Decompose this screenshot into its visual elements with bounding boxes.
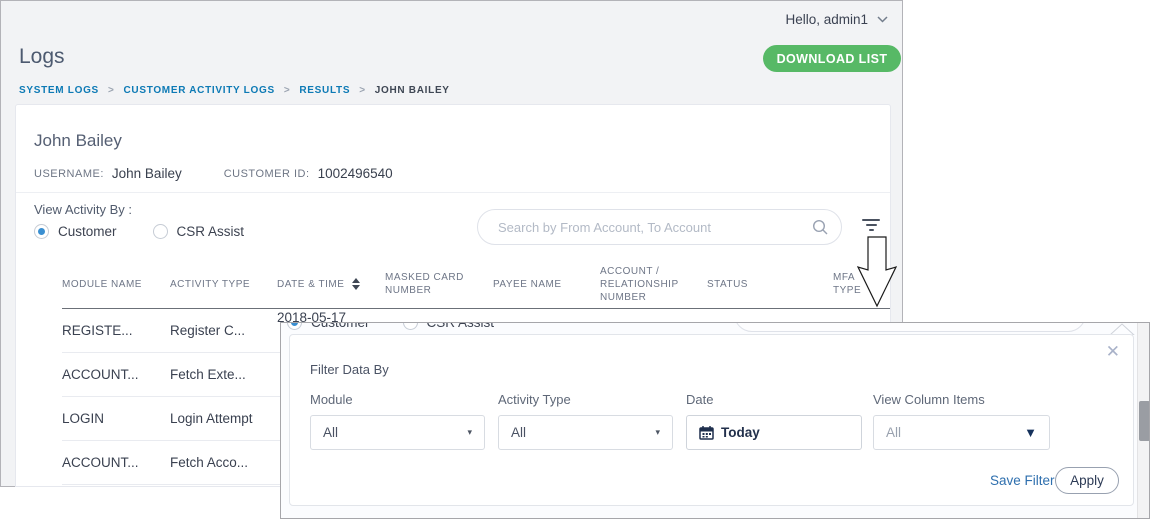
cell-activity: Register C...: [170, 323, 277, 338]
column-header-status: STATUS: [707, 278, 833, 291]
breadcrumb: SYSTEM LOGS > CUSTOMER ACTIVITY LOGS > R…: [19, 85, 450, 96]
popup-radio-customer: Customer: [287, 322, 370, 330]
username-label: USERNAME:: [34, 168, 104, 180]
column-header-activity-type: ACTIVITY TYPE: [170, 278, 277, 291]
cell-activity: Fetch Exte...: [170, 367, 277, 382]
activity-type-label: Activity Type: [498, 392, 571, 407]
module-select-value: All: [323, 425, 338, 440]
customer-meta: USERNAME: John Bailey CUSTOMER ID: 10024…: [34, 166, 393, 181]
date-time-label: DATE & TIME: [277, 278, 344, 291]
date-picker-value: Today: [721, 425, 760, 440]
radio-csr-assist[interactable]: CSR Assist: [153, 224, 245, 239]
radio-customer-label: Customer: [58, 224, 117, 239]
popup-scrollbar[interactable]: [1137, 323, 1150, 518]
breadcrumb-system-logs[interactable]: SYSTEM LOGS: [19, 85, 99, 96]
divider: [16, 192, 890, 193]
scrollbar-thumb[interactable]: [1139, 401, 1150, 441]
caret-down-icon: ▾: [467, 427, 472, 438]
breadcrumb-current: JOHN BAILEY: [375, 85, 450, 96]
radio-csr-assist-label: CSR Assist: [177, 224, 245, 239]
filter-popup: Customer CSR Assist ✕ Filter Data By Mod…: [280, 322, 1150, 519]
activity-type-select[interactable]: All ▾: [498, 415, 673, 450]
calendar-icon: [699, 425, 714, 440]
download-list-button[interactable]: DOWNLOAD LIST: [763, 45, 901, 72]
date-label: Date: [686, 392, 713, 407]
popup-radio-circle: [403, 322, 418, 330]
view-activity-radio-group: Customer CSR Assist: [34, 224, 244, 239]
column-header-date-time: DATE & TIME: [277, 278, 385, 291]
view-column-items-value: All: [886, 425, 901, 440]
customer-id-label: CUSTOMER ID:: [224, 168, 310, 180]
breadcrumb-results[interactable]: RESULTS: [299, 85, 350, 96]
popup-radio-label: Customer: [311, 322, 370, 330]
cell-activity: Login Attempt: [170, 411, 277, 426]
column-header-account-relationship-number: ACCOUNT / RELATIONSHIP NUMBER: [600, 265, 707, 304]
cell-module: LOGIN: [62, 411, 170, 426]
screenshot-stage: Hello, admin1 Logs DOWNLOAD LIST SYSTEM …: [0, 0, 1155, 528]
breadcrumb-customer-activity-logs[interactable]: CUSTOMER ACTIVITY LOGS: [123, 85, 274, 96]
table-header-row: MODULE NAME ACTIVITY TYPE DATE & TIME MA…: [62, 260, 891, 309]
caret-down-icon: ▾: [655, 427, 660, 438]
breadcrumb-separator: >: [284, 85, 291, 96]
radio-customer-circle[interactable]: [34, 224, 49, 239]
activity-type-select-value: All: [511, 425, 526, 440]
module-label: Module: [310, 392, 353, 407]
cell-activity: Fetch Acco...: [170, 455, 277, 470]
search-icon[interactable]: [812, 219, 829, 236]
filter-panel: ✕ Filter Data By Module Activity Type Da…: [289, 334, 1134, 506]
popup-radio-label: CSR Assist: [427, 322, 495, 330]
popup-partial-radio-row: Customer CSR Assist: [287, 322, 494, 330]
chevron-down-icon: [877, 16, 888, 23]
popup-partial-search-box: [734, 322, 1086, 332]
greeting-text: Hello, admin1: [785, 12, 868, 27]
view-column-items-select[interactable]: All ▼: [873, 415, 1050, 450]
search-box: [477, 209, 842, 245]
view-column-items-label: View Column Items: [873, 392, 985, 407]
apply-button[interactable]: Apply: [1055, 467, 1119, 494]
search-input[interactable]: [498, 217, 798, 237]
filter-icon[interactable]: [861, 217, 881, 233]
column-header-module-name: MODULE NAME: [62, 278, 170, 291]
breadcrumb-separator: >: [359, 85, 366, 96]
popup-radio-circle: [287, 322, 302, 330]
module-select[interactable]: All ▾: [310, 415, 485, 450]
radio-csr-assist-circle[interactable]: [153, 224, 168, 239]
cell-module: REGISTE...: [62, 323, 170, 338]
view-activity-by-label: View Activity By :: [34, 202, 132, 217]
cell-module: ACCOUNT...: [62, 367, 170, 382]
username-value: John Bailey: [112, 166, 182, 181]
caret-down-icon: ▼: [1024, 425, 1037, 440]
customer-id-value: 1002496540: [318, 166, 393, 181]
column-header-payee-name: PAYEE NAME: [493, 278, 600, 291]
annotation-arrow-down: [857, 236, 897, 308]
customer-name: John Bailey: [34, 131, 122, 151]
cell-module: ACCOUNT...: [62, 455, 170, 470]
column-header-masked-card-number: MASKED CARD NUMBER: [385, 271, 493, 297]
date-picker[interactable]: Today: [686, 415, 862, 450]
close-icon[interactable]: ✕: [1106, 342, 1120, 362]
filter-panel-title: Filter Data By: [310, 362, 389, 377]
user-menu[interactable]: Hello, admin1: [785, 12, 888, 27]
sort-icon[interactable]: [352, 278, 360, 290]
breadcrumb-separator: >: [108, 85, 115, 96]
popup-radio-csr-assist: CSR Assist: [403, 322, 495, 330]
radio-customer[interactable]: Customer: [34, 224, 117, 239]
page-title: Logs: [19, 45, 65, 69]
save-filter-link[interactable]: Save Filter: [990, 473, 1055, 488]
